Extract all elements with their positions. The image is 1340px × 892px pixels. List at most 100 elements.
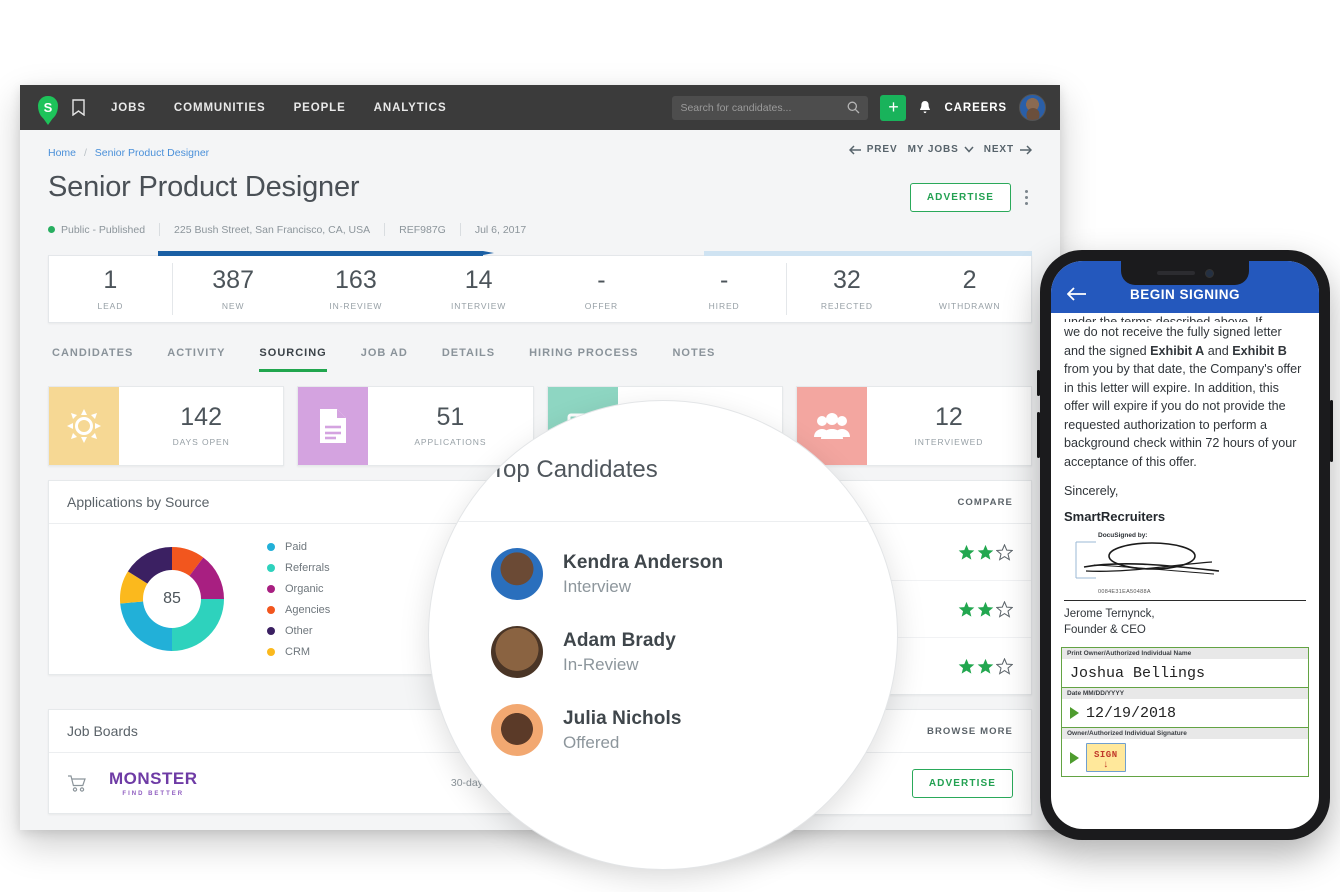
rating-stars[interactable] <box>958 600 1013 618</box>
list-item[interactable]: Julia Nichols Offered <box>491 704 891 756</box>
tab-activity[interactable]: ACTIVITY <box>167 347 225 372</box>
nav-link-analytics[interactable]: ANALYTICS <box>374 102 447 114</box>
tab-notes[interactable]: NOTES <box>672 347 715 372</box>
board-tagline: FIND BETTER <box>122 791 185 797</box>
star-filled-icon <box>977 601 994 617</box>
speaker-grille <box>1156 271 1195 275</box>
monster-logo[interactable]: MONSTER FIND BETTER <box>109 769 198 797</box>
smartrecruiters-pin-logo[interactable]: S <box>38 95 58 120</box>
arrow-right-icon <box>1070 707 1079 720</box>
pipeline-value: 163 <box>335 265 377 294</box>
date-field-text: 12/19/2018 <box>1086 704 1177 722</box>
pipeline-stage-offer[interactable]: - OFFER <box>540 256 663 322</box>
phone-notch <box>1121 261 1249 285</box>
nav-link-communities[interactable]: COMMUNITIES <box>174 102 266 114</box>
list-item[interactable]: Adam Brady In-Review <box>491 626 891 678</box>
power-button[interactable] <box>1330 400 1333 462</box>
tab-sourcing[interactable]: SOURCING <box>259 347 327 372</box>
arrow-right-icon <box>1070 751 1079 764</box>
legend-label: Referrals <box>285 561 330 574</box>
metric-card-interviewed[interactable]: 12 INTERVIEWED <box>795 386 1032 466</box>
shopping-cart-icon[interactable] <box>67 774 87 792</box>
job-date: Jul 6, 2017 <box>474 223 527 236</box>
avatar <box>491 548 543 600</box>
pipeline-stage-new[interactable]: 387 NEW <box>171 256 295 322</box>
pipeline-label: IN-REVIEW <box>329 300 383 311</box>
list-item[interactable]: Kendra Anderson Interview <box>491 548 891 600</box>
back-arrow-icon[interactable] <box>1067 287 1087 301</box>
search-box[interactable] <box>672 95 869 120</box>
legend-item-referrals[interactable]: Referrals <box>267 562 330 574</box>
pipeline-value: - <box>719 265 729 294</box>
search-input[interactable] <box>680 101 848 114</box>
metric-card-body: 12 INTERVIEWED <box>867 387 1031 465</box>
pipeline-stage-withdrawn[interactable]: 2 WITHDRAWN <box>908 256 1031 322</box>
rating-stars[interactable] <box>958 543 1013 561</box>
pipeline-stage-lead[interactable]: 1 LEAD <box>49 256 172 322</box>
legend-item-agencies[interactable]: Agencies <box>267 604 330 616</box>
compare-button[interactable]: COMPARE <box>957 497 1013 508</box>
avatar[interactable] <box>1019 94 1046 121</box>
pipeline-stage-rejected[interactable]: 32 REJECTED <box>785 256 909 322</box>
tab-job-ad[interactable]: JOB AD <box>361 347 408 372</box>
field-value-name[interactable]: Joshua Bellings <box>1062 659 1308 687</box>
legend-label: CRM <box>285 645 311 658</box>
docusign-stamp: DocuSigned by: 0084E31EA50488A <box>1064 531 1306 596</box>
star-empty-icon <box>996 657 1013 675</box>
candidate-status: In-Review <box>563 654 639 674</box>
tab-candidates[interactable]: CANDIDATES <box>52 347 133 372</box>
chevron-down-icon <box>964 146 974 153</box>
sign-button[interactable]: SIGN ↓ <box>1086 743 1126 773</box>
legend-label: Organic <box>285 582 324 595</box>
more-options-icon[interactable] <box>1021 186 1032 209</box>
star-empty-icon <box>996 543 1013 561</box>
nav-link-people[interactable]: PEOPLE <box>294 102 346 114</box>
bookmark-icon[interactable] <box>72 99 85 116</box>
front-camera-icon <box>1204 268 1214 278</box>
pipeline-progress-ribbon <box>158 251 494 256</box>
prev-job-button[interactable]: PREV <box>848 144 898 155</box>
field-label: Print Owner/Authorized Individual Name <box>1062 648 1308 660</box>
field-value-signature[interactable]: SIGN ↓ <box>1062 739 1308 776</box>
next-job-label: NEXT <box>983 144 1014 155</box>
nav-link-jobs[interactable]: JOBS <box>111 102 146 114</box>
avatar <box>491 704 543 756</box>
add-button[interactable]: + <box>880 94 907 121</box>
pipeline-label: INTERVIEW <box>451 300 507 311</box>
legend-item-crm[interactable]: CRM <box>267 646 330 658</box>
advertise-board-button[interactable]: ADVERTISE <box>911 769 1013 798</box>
signer-title: Founder & CEO <box>1064 623 1146 636</box>
pipeline-stage-in-review[interactable]: 163 IN-REVIEW <box>295 256 418 322</box>
metric-card-applications[interactable]: 51 APPLICATIONS <box>297 386 534 466</box>
bell-icon[interactable] <box>918 100 932 116</box>
legend-item-organic[interactable]: Organic <box>267 583 330 595</box>
pipeline-label: HIRED <box>708 300 740 311</box>
job-board-row: MONSTER FIND BETTER 30-day job po <box>49 753 533 813</box>
pipeline-stage-interview[interactable]: 14 INTERVIEW <box>417 256 540 322</box>
careers-label[interactable]: CAREERS <box>944 102 1007 114</box>
browse-more-button[interactable]: BROWSE MORE <box>927 726 1013 737</box>
legend-item-other[interactable]: Other <box>267 625 330 637</box>
legend-item-paid[interactable]: Paid <box>267 541 330 553</box>
rating-stars[interactable] <box>958 657 1013 675</box>
metric-label: INTERVIEWED <box>914 437 984 447</box>
next-job-button[interactable]: NEXT <box>984 144 1032 155</box>
advertise-button[interactable]: ADVERTISE <box>909 183 1011 212</box>
sun-icon <box>49 387 119 465</box>
field-value-date[interactable]: 12/19/2018 <box>1062 699 1308 727</box>
phone-screen: BEGIN SIGNING under the terms described … <box>1051 261 1319 829</box>
donut-center-value: 85 <box>143 570 201 628</box>
chart-legend: Paid Referrals Organic Agencies Other CR… <box>267 541 330 658</box>
tab-hiring-process[interactable]: HIRING PROCESS <box>529 347 638 372</box>
breadcrumb-current[interactable]: Senior Product Designer <box>95 147 209 159</box>
pipeline-value: 14 <box>464 265 493 294</box>
breadcrumb-home[interactable]: Home <box>48 147 76 159</box>
signature-line <box>1064 599 1306 602</box>
pipeline-stage-hired[interactable]: - HIRED <box>663 256 786 322</box>
my-jobs-label: MY JOBS <box>907 144 959 155</box>
metric-card-days-open[interactable]: 142 DAYS OPEN <box>48 386 285 466</box>
search-icon[interactable] <box>847 101 860 114</box>
tab-details[interactable]: DETAILS <box>442 347 495 372</box>
job-pagination-controls: PREV MY JOBS NEXT <box>848 144 1032 155</box>
my-jobs-dropdown[interactable]: MY JOBS <box>908 144 974 155</box>
